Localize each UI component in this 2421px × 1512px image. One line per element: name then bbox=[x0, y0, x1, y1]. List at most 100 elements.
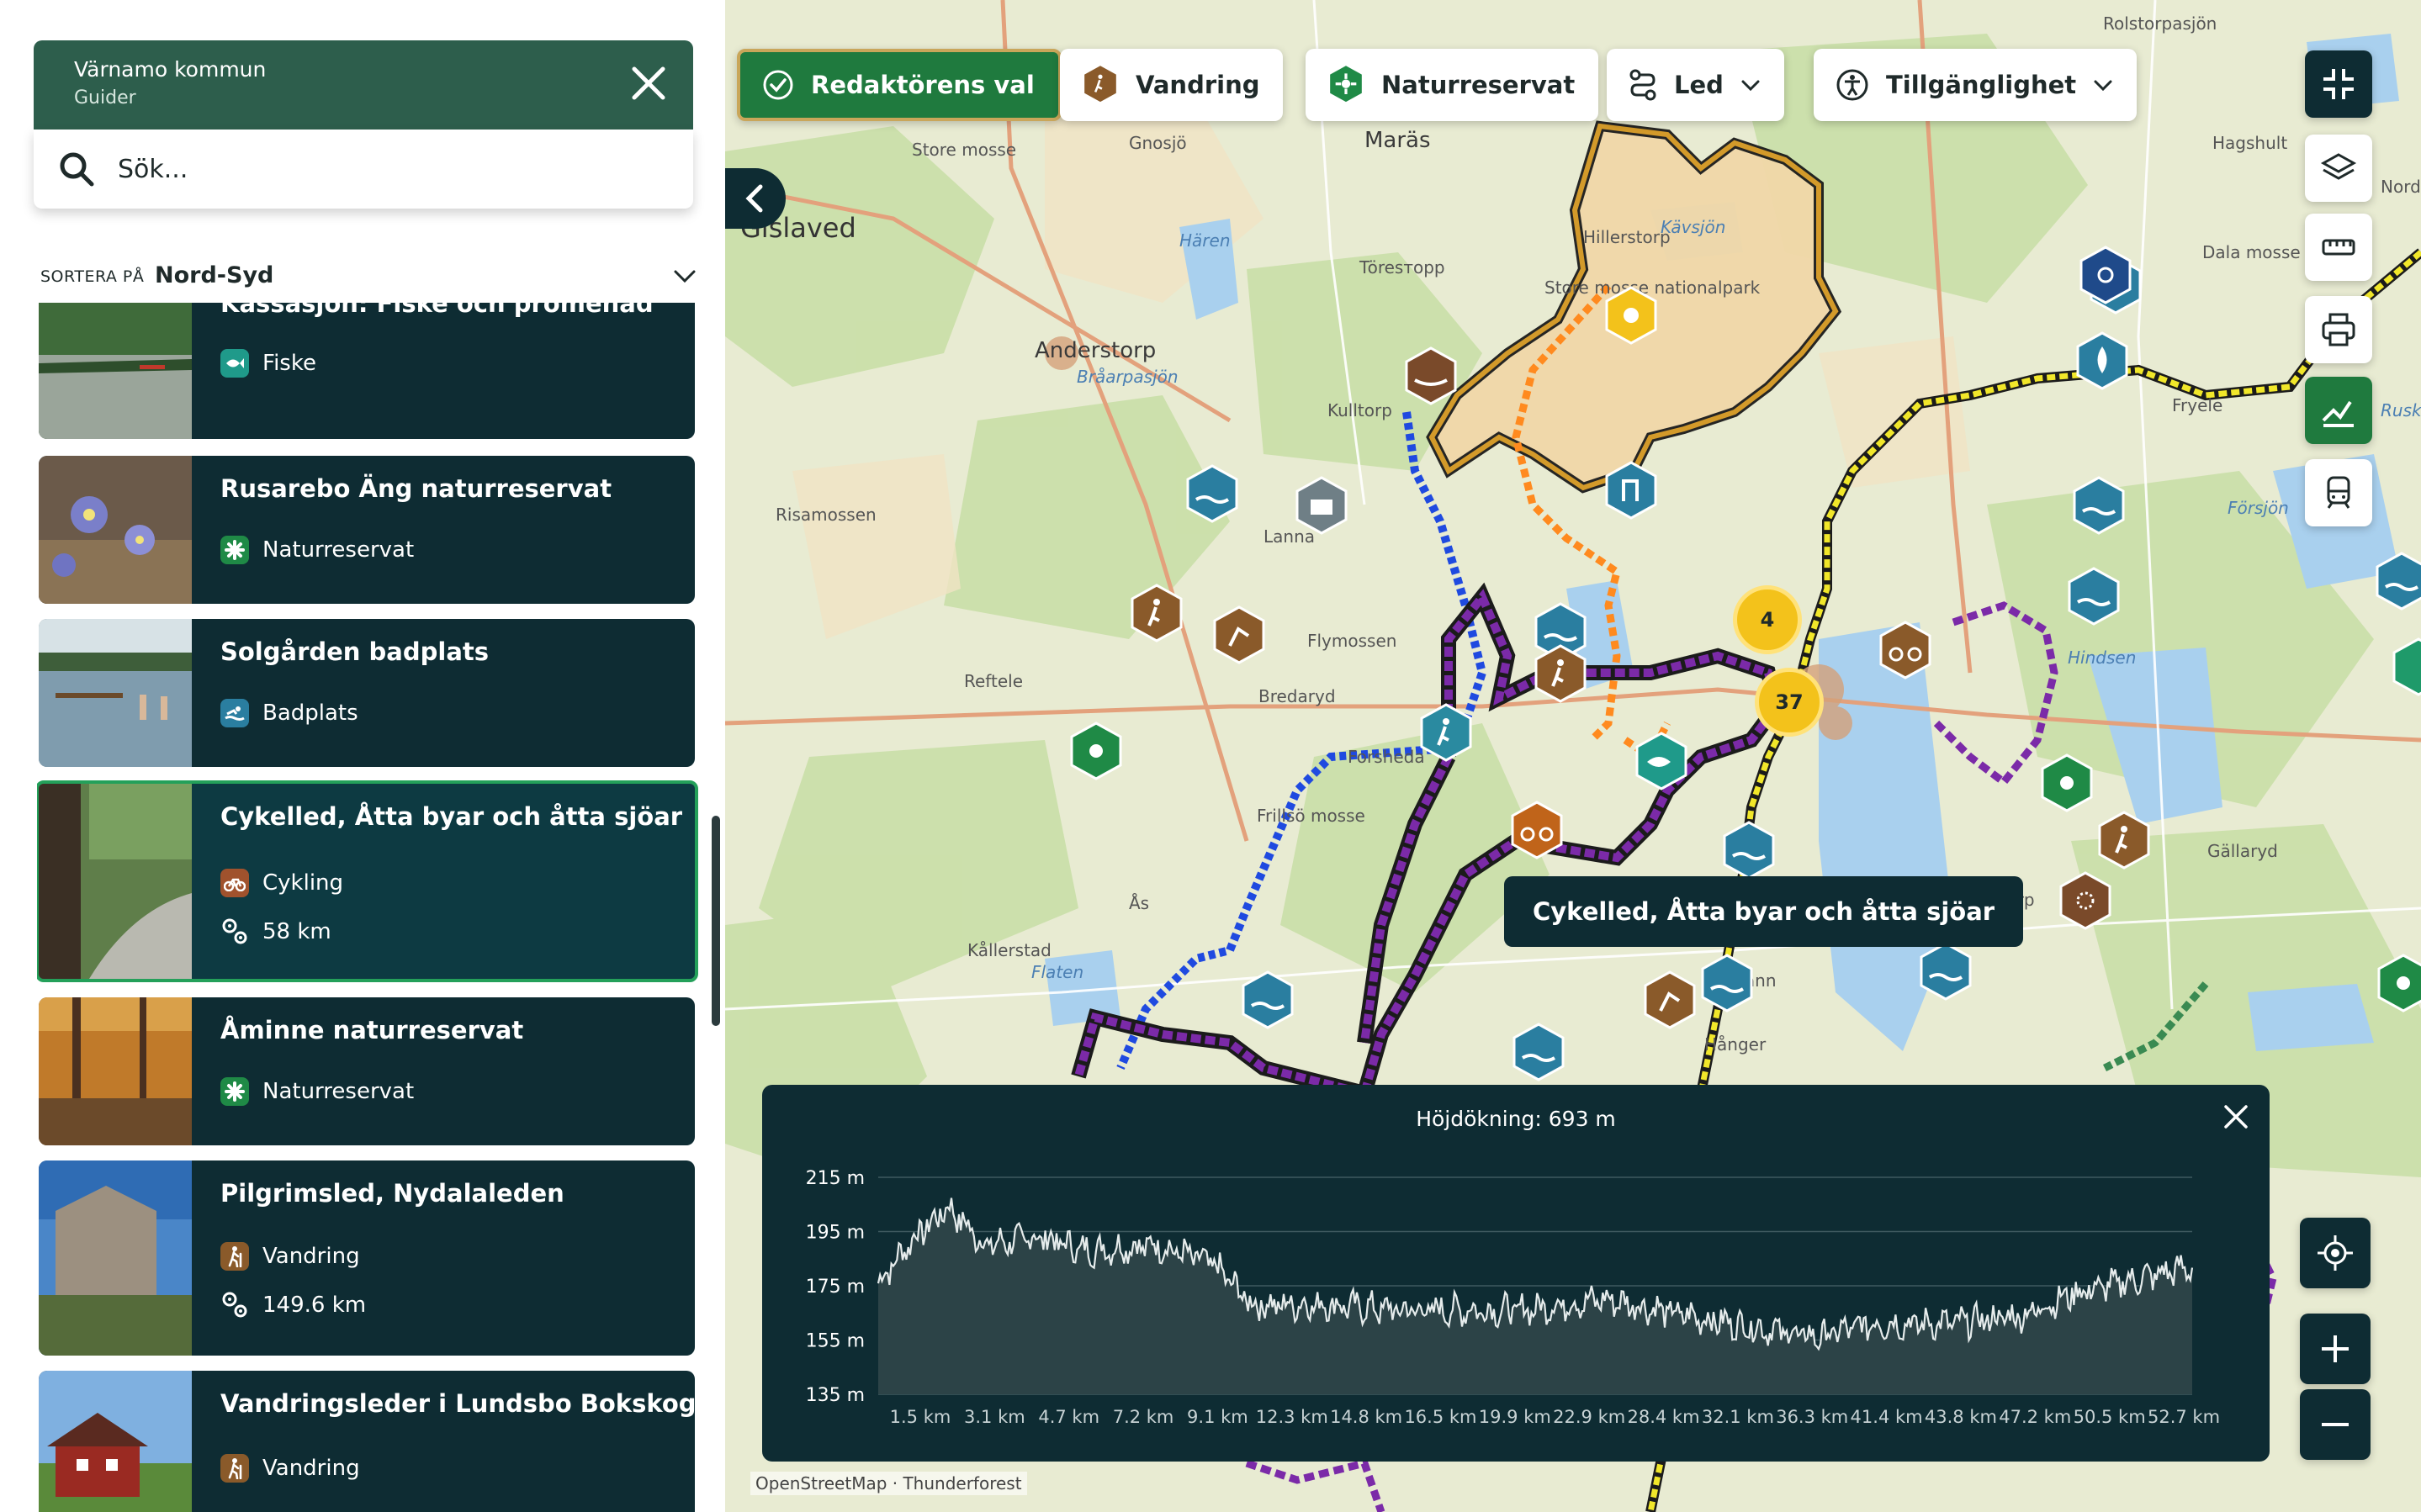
swimming-marker-icon[interactable] bbox=[1699, 954, 1755, 1016]
x-tick-label: 47.2 km bbox=[1999, 1407, 2071, 1427]
swimming-marker-icon[interactable] bbox=[1721, 821, 1777, 883]
item-title: Cykelled, Åtta byar och åtta sjöar bbox=[220, 802, 683, 831]
cycling-marker-icon[interactable] bbox=[1878, 621, 1933, 683]
place-flymossen: Flymossen bbox=[1307, 631, 1397, 651]
swimming-marker-icon[interactable] bbox=[1511, 1023, 1566, 1085]
place-forsheda: Forsheda bbox=[1348, 747, 1425, 767]
y-tick-label: 215 m bbox=[806, 1168, 865, 1189]
place-kulltorp: Kulltorp bbox=[1327, 400, 1392, 420]
swimming-marker-icon[interactable] bbox=[2374, 552, 2421, 614]
collapse-sidebar-button[interactable] bbox=[725, 168, 786, 229]
swimming-marker-icon[interactable] bbox=[2066, 567, 2122, 629]
swimming-marker-icon[interactable] bbox=[1918, 942, 1973, 1004]
layers-button[interactable] bbox=[2305, 135, 2372, 202]
category-label: Naturreservat bbox=[262, 537, 415, 563]
activity-marker-icon[interactable] bbox=[2058, 871, 2113, 933]
x-tick-label: 3.1 km bbox=[964, 1407, 1025, 1427]
cluster-marker[interactable]: 37 bbox=[1755, 668, 1824, 737]
place-hillerstorp: Hillerstorp bbox=[1583, 227, 1671, 247]
guide-subtitle: Guider bbox=[74, 87, 136, 108]
cluster-marker[interactable]: 4 bbox=[1733, 585, 1802, 654]
item-photo bbox=[39, 1160, 192, 1356]
x-tick-label: 28.4 km bbox=[1627, 1407, 1699, 1427]
category-label: Vandring bbox=[262, 1456, 360, 1481]
x-tick-label: 7.2 km bbox=[1113, 1407, 1174, 1427]
x-tick-label: 32.1 km bbox=[1702, 1407, 1774, 1427]
printer-icon bbox=[2322, 313, 2355, 346]
x-tick-label: 9.1 km bbox=[1187, 1407, 1248, 1427]
swimming-marker-icon[interactable] bbox=[1184, 464, 1240, 526]
list-item-selected[interactable]: Cykelled, Åtta byar och åtta sjöar Cykli… bbox=[37, 780, 698, 982]
filter-accessibility[interactable]: Tillgänglighet bbox=[1814, 49, 2138, 121]
close-icon[interactable] bbox=[628, 62, 670, 104]
x-tick-label: 52.7 km bbox=[2148, 1407, 2220, 1427]
nature-reserve-marker-icon[interactable] bbox=[2039, 753, 2095, 816]
item-title: Rusarebo Äng naturreservat bbox=[220, 474, 612, 503]
nature-reserve-marker-icon[interactable] bbox=[1068, 722, 1124, 784]
filter-editors-choice[interactable]: Redaktörens val bbox=[737, 49, 1062, 121]
place-hagshult: Hagshult bbox=[2212, 133, 2288, 153]
fullscreen-exit-button[interactable] bbox=[2305, 50, 2372, 118]
public-transport-button[interactable] bbox=[2305, 459, 2372, 526]
campfire-marker-icon[interactable] bbox=[2074, 331, 2130, 394]
hiking-marker-icon[interactable] bbox=[1418, 703, 1474, 765]
item-title: Åminne naturreservat bbox=[220, 1016, 524, 1044]
list-item[interactable]: Kassasjön: Fiske och promenad Fiske bbox=[39, 303, 695, 439]
place-dala-mosse: Dala mosse bbox=[2202, 242, 2301, 262]
zoom-out-button[interactable] bbox=[2300, 1389, 2371, 1460]
activity-marker-icon[interactable] bbox=[1211, 605, 1267, 668]
poi-marker-icon[interactable] bbox=[2078, 246, 2133, 308]
zoom-in-button[interactable] bbox=[2300, 1314, 2371, 1384]
item-category: Vandring bbox=[220, 1241, 360, 1271]
sort-selector[interactable]: SORTERA PÅ Nord-Syd bbox=[40, 259, 697, 293]
fish-marker-icon[interactable] bbox=[1634, 732, 1689, 794]
filter-nature-reserve[interactable]: Naturreservat bbox=[1306, 49, 1599, 121]
filter-route[interactable]: Led bbox=[1607, 49, 1784, 121]
route-distance-icon bbox=[222, 918, 247, 944]
hiking-marker-icon[interactable] bbox=[1129, 584, 1184, 646]
nature-reserve-icon bbox=[1330, 66, 1362, 103]
list-item[interactable]: Åminne naturreservat Naturreservat bbox=[39, 997, 695, 1145]
sort-value: Nord-Syd bbox=[155, 262, 274, 288]
item-photo bbox=[39, 303, 192, 439]
my-location-button[interactable] bbox=[2300, 1218, 2371, 1288]
filter-hiking[interactable]: Vandring bbox=[1060, 49, 1284, 121]
locate-icon bbox=[2318, 1235, 2353, 1271]
map-attribution: OpenStreetMap · Thunderforest bbox=[750, 1472, 1027, 1495]
elevation-profile-button[interactable] bbox=[2305, 377, 2372, 444]
item-category: Naturreservat bbox=[220, 535, 414, 565]
list-item[interactable]: Solgården badplats Badplats bbox=[39, 619, 695, 767]
place-store-mosse: Store mosse bbox=[912, 140, 1017, 160]
print-button[interactable] bbox=[2305, 296, 2372, 363]
route-tooltip: Cykelled, Åtta byar och åtta sjöar bbox=[1504, 876, 2024, 947]
sun-marker-icon[interactable] bbox=[1603, 286, 1659, 348]
guide-title: Värnamo kommun bbox=[74, 57, 267, 82]
chevron-down-icon bbox=[1741, 80, 1760, 92]
list-item[interactable]: Pilgrimsled, Nydalaleden Vandring 149.6 … bbox=[39, 1160, 695, 1356]
sidebar-scrollbar[interactable] bbox=[712, 816, 720, 1026]
climbing-marker-icon[interactable] bbox=[1603, 461, 1659, 523]
x-tick-label: 19.9 km bbox=[1479, 1407, 1551, 1427]
measure-button[interactable] bbox=[2305, 214, 2372, 281]
hiking-marker-icon[interactable] bbox=[2096, 811, 2152, 873]
accessibility-icon bbox=[1836, 69, 1868, 101]
cycling-marker-icon[interactable] bbox=[1509, 801, 1565, 863]
nature-reserve-marker-icon[interactable] bbox=[2391, 637, 2421, 700]
list-item[interactable]: Vandringsleder i Lundsbo Bokskog Vandrin… bbox=[39, 1371, 695, 1512]
shelter-marker-icon[interactable] bbox=[1294, 476, 1349, 538]
search-input[interactable] bbox=[118, 146, 656, 192]
category-label: Fiske bbox=[262, 351, 316, 376]
place-haren: Hären bbox=[1179, 230, 1231, 251]
list-item[interactable]: Rusarebo Äng naturreservat Naturreservat bbox=[39, 456, 695, 604]
x-tick-label: 43.8 km bbox=[1925, 1407, 1997, 1427]
activity-marker-icon[interactable] bbox=[1642, 970, 1698, 1033]
hiking-marker-icon[interactable] bbox=[1533, 644, 1588, 706]
swimming-marker-icon[interactable] bbox=[2071, 476, 2127, 538]
plus-icon bbox=[2322, 1335, 2349, 1362]
nature-reserve-marker-icon[interactable] bbox=[2376, 954, 2421, 1016]
kayak-marker-icon[interactable] bbox=[1403, 346, 1459, 409]
swimming-marker-icon[interactable] bbox=[1240, 970, 1295, 1033]
place-hindsen: Hindsen bbox=[2068, 648, 2137, 668]
category-label: Naturreservat bbox=[262, 1079, 415, 1104]
x-tick-label: 41.4 km bbox=[1851, 1407, 1923, 1427]
